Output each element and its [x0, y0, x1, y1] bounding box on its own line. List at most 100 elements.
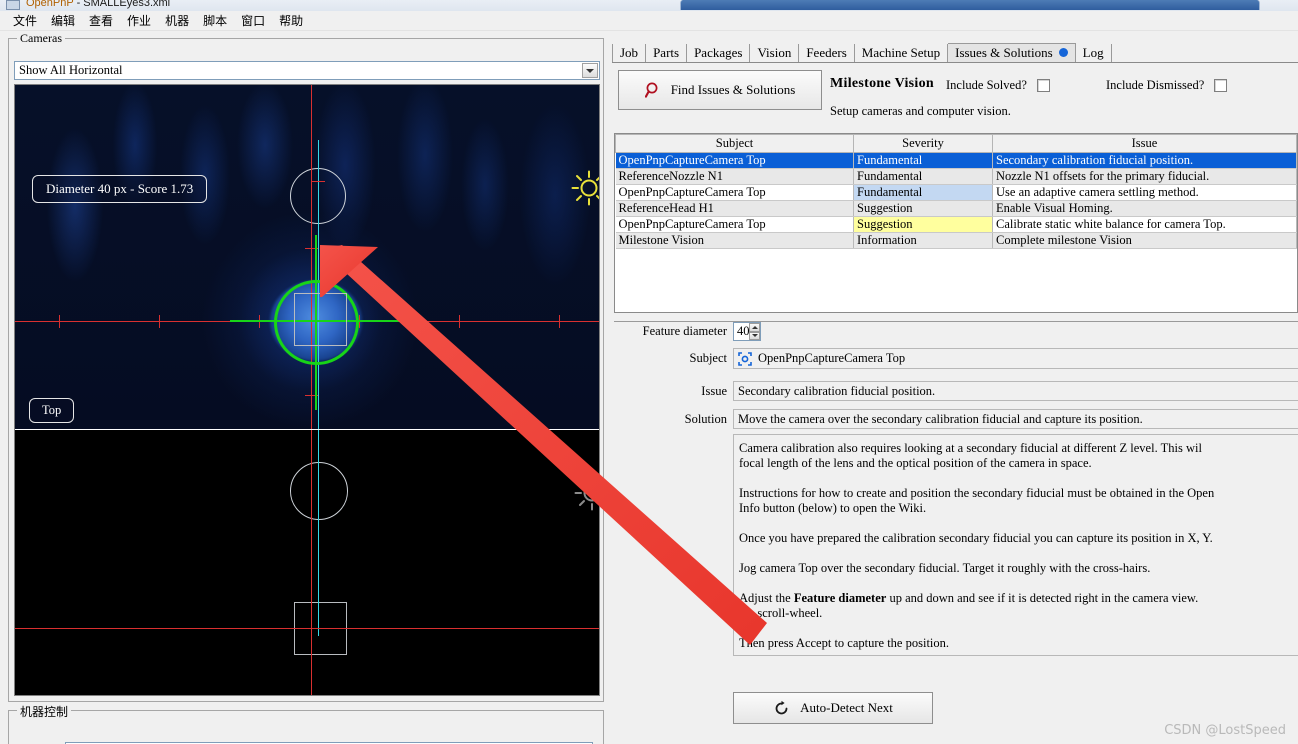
reticle-ring-bottom: [290, 462, 348, 520]
camera-focus-icon: [738, 351, 752, 366]
find-issues-label: Find Issues & Solutions: [670, 82, 796, 97]
column-header-severity[interactable]: Severity: [853, 134, 993, 153]
table-row[interactable]: ReferenceNozzle N1 Fundamental Nozzle N1…: [615, 168, 1297, 185]
desc-line: Once you have prepared the calibration s…: [739, 531, 1213, 545]
find-issues-button[interactable]: Find Issues & Solutions: [618, 70, 822, 110]
menu-window[interactable]: 窗口: [234, 10, 272, 31]
desc-line: Then press Accept to capture the positio…: [739, 636, 950, 650]
crosshair-horizontal-red-bottom: [15, 628, 599, 629]
detail-solution-label: Solution: [684, 411, 727, 426]
feature-diameter-value: 40: [737, 324, 750, 338]
issue-detail-panel: Subject OpenPnpCaptureCamera Top Issue S…: [614, 321, 1298, 742]
desc-line: the scroll-wheel.: [739, 606, 823, 620]
column-header-issue[interactable]: Issue: [992, 134, 1297, 153]
stepper-buttons[interactable]: [749, 323, 760, 340]
desc-line-feature: Adjust the Feature diameter up and down …: [739, 591, 1199, 605]
include-solved-option[interactable]: Include Solved?: [946, 78, 1050, 93]
cameras-group: Cameras Show All Horizontal Diameter 40 …: [8, 31, 604, 702]
table-row[interactable]: Milestone Vision Information Complete mi…: [615, 232, 1297, 249]
feature-diameter-stepper[interactable]: 40: [733, 322, 761, 341]
crosshair-tick: [312, 181, 325, 182]
desc-line: focal length of the lens and the optical…: [739, 456, 1092, 470]
tab-issues-label: Issues & Solutions: [955, 45, 1053, 60]
tab-feeders[interactable]: Feeders: [799, 44, 855, 62]
menu-job[interactable]: 作业: [120, 10, 158, 31]
detail-subject-row: Subject OpenPnpCaptureCamera Top: [614, 348, 1298, 369]
diameter-score-overlay: Diameter 40 px - Score 1.73: [32, 175, 208, 203]
tab-packages[interactable]: Packages: [687, 44, 751, 62]
cell-issue: Complete milestone Vision: [992, 232, 1297, 249]
crosshair-vertical-cyan-bottom: [318, 430, 319, 636]
cell-subject: OpenPnpCaptureCamera Top: [615, 184, 854, 201]
sun-icon-off[interactable]: [574, 475, 600, 511]
table-header-row: Subject Severity Issue: [615, 134, 1297, 153]
camera-layout-select[interactable]: Show All Horizontal: [14, 61, 600, 80]
include-dismissed-option[interactable]: Include Dismissed?: [1106, 78, 1228, 93]
detail-issue-row: Issue Secondary calibration fiducial pos…: [614, 381, 1298, 401]
chevron-down-icon[interactable]: [582, 63, 598, 78]
camera-view-top[interactable]: Diameter 40 px - Score 1.73 Top: [15, 85, 600, 429]
desc-line: Camera calibration also requires looking…: [739, 441, 1202, 455]
search-icon: [644, 82, 658, 98]
camera-views: Diameter 40 px - Score 1.73 Top: [14, 84, 600, 696]
table-row[interactable]: OpenPnpCaptureCamera Top Suggestion Cali…: [615, 216, 1297, 233]
detail-issue-label: Issue: [701, 383, 727, 398]
stepper-up-icon[interactable]: [749, 323, 760, 332]
cell-subject: OpenPnpCaptureCamera Top: [615, 216, 854, 233]
camera-view-bottom[interactable]: Bottom: [15, 430, 600, 695]
detail-subject-value: OpenPnpCaptureCamera Top: [758, 351, 906, 365]
auto-detect-next-label: Auto-Detect Next: [800, 700, 893, 715]
menu-view[interactable]: 查看: [82, 10, 120, 31]
tab-machine-setup[interactable]: Machine Setup: [854, 44, 949, 62]
window-title-file: SMALLEyes3.xml: [83, 0, 171, 9]
cell-severity: Fundamental: [853, 168, 993, 185]
detail-solution-value: Move the camera over the secondary calib…: [733, 409, 1298, 429]
tab-job[interactable]: Job: [612, 44, 647, 62]
menu-bar: 文件 编辑 查看 作业 机器 脚本 窗口 帮助: [0, 11, 1298, 31]
tab-vision[interactable]: Vision: [750, 44, 800, 62]
include-dismissed-label: Include Dismissed?: [1106, 78, 1205, 92]
cell-subject: ReferenceNozzle N1: [615, 168, 854, 185]
tab-issues-and-solutions[interactable]: Issues & Solutions: [948, 43, 1076, 62]
detail-description[interactable]: Camera calibration also requires looking…: [733, 434, 1298, 656]
detail-subject-value-box[interactable]: OpenPnpCaptureCamera Top: [733, 348, 1298, 369]
cameras-group-title: Cameras: [17, 31, 65, 46]
issues-table[interactable]: Subject Severity Issue OpenPnpCaptureCam…: [614, 133, 1298, 313]
feature-diameter-row: Feature diameter 40: [614, 322, 1298, 341]
cell-subject: Milestone Vision: [615, 232, 854, 249]
camera-layout-value: Show All Horizontal: [19, 63, 123, 77]
cell-subject: ReferenceHead H1: [615, 200, 854, 217]
cell-issue: Calibrate static white balance for camer…: [992, 216, 1297, 233]
app-icon: [6, 0, 20, 10]
auto-detect-next-button[interactable]: Auto-Detect Next: [733, 692, 933, 724]
feature-diameter-label: Feature diameter: [642, 324, 727, 338]
stepper-down-icon[interactable]: [749, 331, 760, 340]
window-title-app: OpenPnP: [26, 0, 74, 9]
right-pane: Job Parts Packages Vision Feeders Machin…: [612, 38, 1298, 744]
desc-line: Info button (below) to open the Wiki.: [739, 501, 927, 515]
include-dismissed-checkbox[interactable]: [1214, 79, 1228, 92]
menu-script[interactable]: 脚本: [196, 10, 234, 31]
cell-issue: Enable Visual Homing.: [992, 200, 1297, 217]
include-solved-checkbox[interactable]: [1036, 79, 1050, 92]
menu-help[interactable]: 帮助: [272, 10, 310, 31]
crosshair-tick: [59, 315, 60, 328]
machine-control-title: 机器控制: [17, 703, 72, 720]
column-header-subject[interactable]: Subject: [615, 134, 854, 153]
desc-line: Instructions for how to create and posit…: [739, 486, 1215, 500]
cell-issue: Use an adaptive camera settling method.: [992, 184, 1297, 201]
menu-file[interactable]: 文件: [6, 10, 44, 31]
table-row[interactable]: ReferenceHead H1 Suggestion Enable Visua…: [615, 200, 1297, 217]
table-row[interactable]: OpenPnpCaptureCamera Top Fundamental Sec…: [615, 152, 1297, 169]
table-row[interactable]: OpenPnpCaptureCamera Top Fundamental Use…: [615, 184, 1297, 201]
tab-strip: Job Parts Packages Vision Feeders Machin…: [612, 43, 1298, 63]
menu-machine[interactable]: 机器: [158, 10, 196, 31]
tab-parts[interactable]: Parts: [646, 44, 688, 62]
menu-edit[interactable]: 编辑: [44, 10, 82, 31]
sun-icon-on[interactable]: [571, 170, 600, 206]
milestone-subtitle: Setup cameras and computer vision.: [830, 104, 1011, 118]
tab-log[interactable]: Log: [1075, 44, 1112, 62]
cell-severity: Fundamental: [853, 152, 993, 169]
watermark: CSDN @LostSpeed: [1164, 723, 1286, 738]
cell-subject: OpenPnpCaptureCamera Top: [615, 152, 854, 169]
